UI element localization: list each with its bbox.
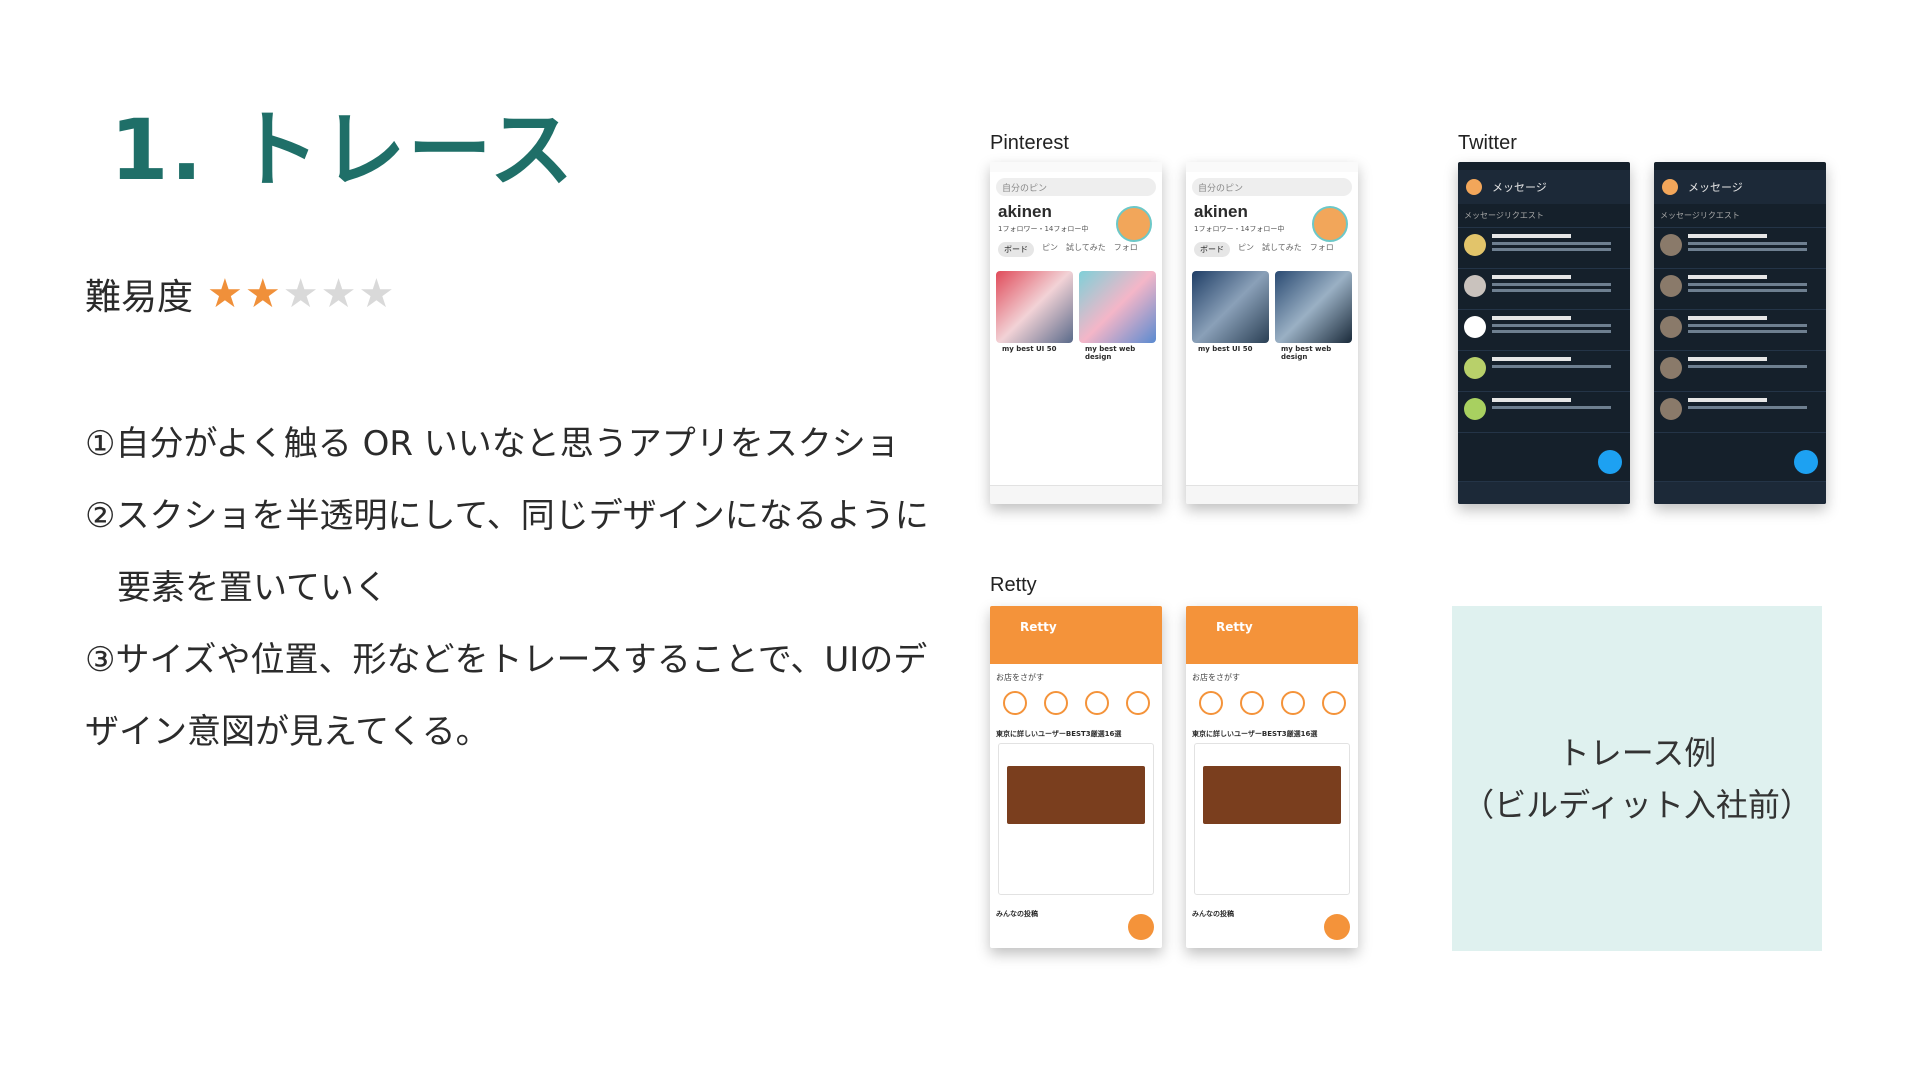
star-filled-icon: ★ <box>244 271 281 317</box>
pin-tab: ボード <box>998 242 1034 257</box>
pin-board-caption: my best UI 50 <box>1198 345 1253 353</box>
retty-brand: Retty <box>990 606 1162 664</box>
pin-board-caption: my best web design <box>1281 345 1332 361</box>
retty-search: お店をさがす <box>996 673 1044 682</box>
star-empty-icon: ★ <box>282 271 319 317</box>
avatar <box>1116 206 1152 242</box>
avatar <box>1662 179 1678 195</box>
retty-search: お店をさがす <box>1192 673 1240 682</box>
difficulty-stars: ★ ★ ★ ★ ★ <box>207 274 394 314</box>
pin-tab: 試してみた <box>1066 243 1106 252</box>
tw-header: メッセージ <box>1492 181 1547 194</box>
compose-icon <box>1598 450 1622 474</box>
pinterest-label: Pinterest <box>990 132 1069 154</box>
star-filled-icon: ★ <box>207 271 243 317</box>
pin-search: 自分のピン <box>996 178 1156 196</box>
retty-screenshot-1: Retty お店をさがす 東京に詳しいユーザーBEST3厳選16選 みんなの投稿 <box>990 606 1162 948</box>
pinterest-screenshot-1: 自分のピン akinen 1フォロワー・14フォロー中 ボード ピン 試してみた フォ… <box>990 162 1162 504</box>
step-3-cont: ザイン意図が見えてくる。 <box>85 712 490 752</box>
retty-screenshot-2: Retty お店をさがす 東京に詳しいユーザーBEST3厳選16選 みんなの投稿 <box>1186 606 1358 948</box>
example-title: トレース例 <box>1557 733 1717 772</box>
star-empty-icon: ★ <box>358 271 395 317</box>
pin-search: 自分のピン <box>1192 178 1352 196</box>
difficulty-label: 難易度 <box>85 277 194 318</box>
avatar <box>1466 179 1482 195</box>
avatar <box>1312 206 1348 242</box>
retty-label: Retty <box>990 574 1037 596</box>
twitter-screenshot-2: メッセージ メッセージリクエスト <box>1654 162 1826 504</box>
pin-tab: ピン <box>1238 243 1254 252</box>
pin-tab: フォロ <box>1113 243 1138 252</box>
add-icon <box>1128 914 1154 940</box>
twitter-label: Twitter <box>1458 132 1517 154</box>
pin-tab: ピン <box>1042 243 1058 252</box>
difficulty: 難易度 ★ ★ ★ ★ ★ <box>85 268 394 320</box>
pin-tab: 試してみた <box>1262 243 1302 252</box>
trace-example-box: トレース例 （ビルディット入社前） <box>1452 606 1822 951</box>
step-2: ②スクショを半透明にして、同じデザインになるように <box>85 496 929 536</box>
retty-brand: Retty <box>1186 606 1358 664</box>
retty-section: 東京に詳しいユーザーBEST3厳選16選 <box>1192 730 1318 738</box>
pin-board-caption: my best web design <box>1085 345 1136 361</box>
tw-requests: メッセージリクエスト <box>1458 204 1630 228</box>
pin-tab: フォロ <box>1309 243 1334 252</box>
compose-icon <box>1794 450 1818 474</box>
example-subtitle: （ビルディット入社前） <box>1462 785 1812 824</box>
star-empty-icon: ★ <box>320 271 357 317</box>
tw-requests: メッセージリクエスト <box>1654 204 1826 228</box>
step-1: ①自分がよく触る OR いいなと思うアプリをスクショ <box>85 424 900 464</box>
steps-list: ①自分がよく触る OR いいなと思うアプリをスクショ ②スクショを半透明にして、… <box>85 408 929 768</box>
slide-title: 1. トレース <box>110 101 576 199</box>
retty-section: 東京に詳しいユーザーBEST3厳選16選 <box>996 730 1122 738</box>
pin-tab: ボード <box>1194 242 1230 257</box>
step-2-cont: 要素を置いていく <box>117 568 388 608</box>
pinterest-screenshot-2: 自分のピン akinen 1フォロワー・14フォロー中 ボード ピン 試してみた フォ… <box>1186 162 1358 504</box>
twitter-screenshot-1: メッセージ メッセージリクエスト <box>1458 162 1630 504</box>
tw-header: メッセージ <box>1688 181 1743 194</box>
step-3: ③サイズや位置、形などをトレースすることで、UIのデ <box>85 640 928 680</box>
add-icon <box>1324 914 1350 940</box>
pin-board-caption: my best UI 50 <box>1002 345 1057 353</box>
